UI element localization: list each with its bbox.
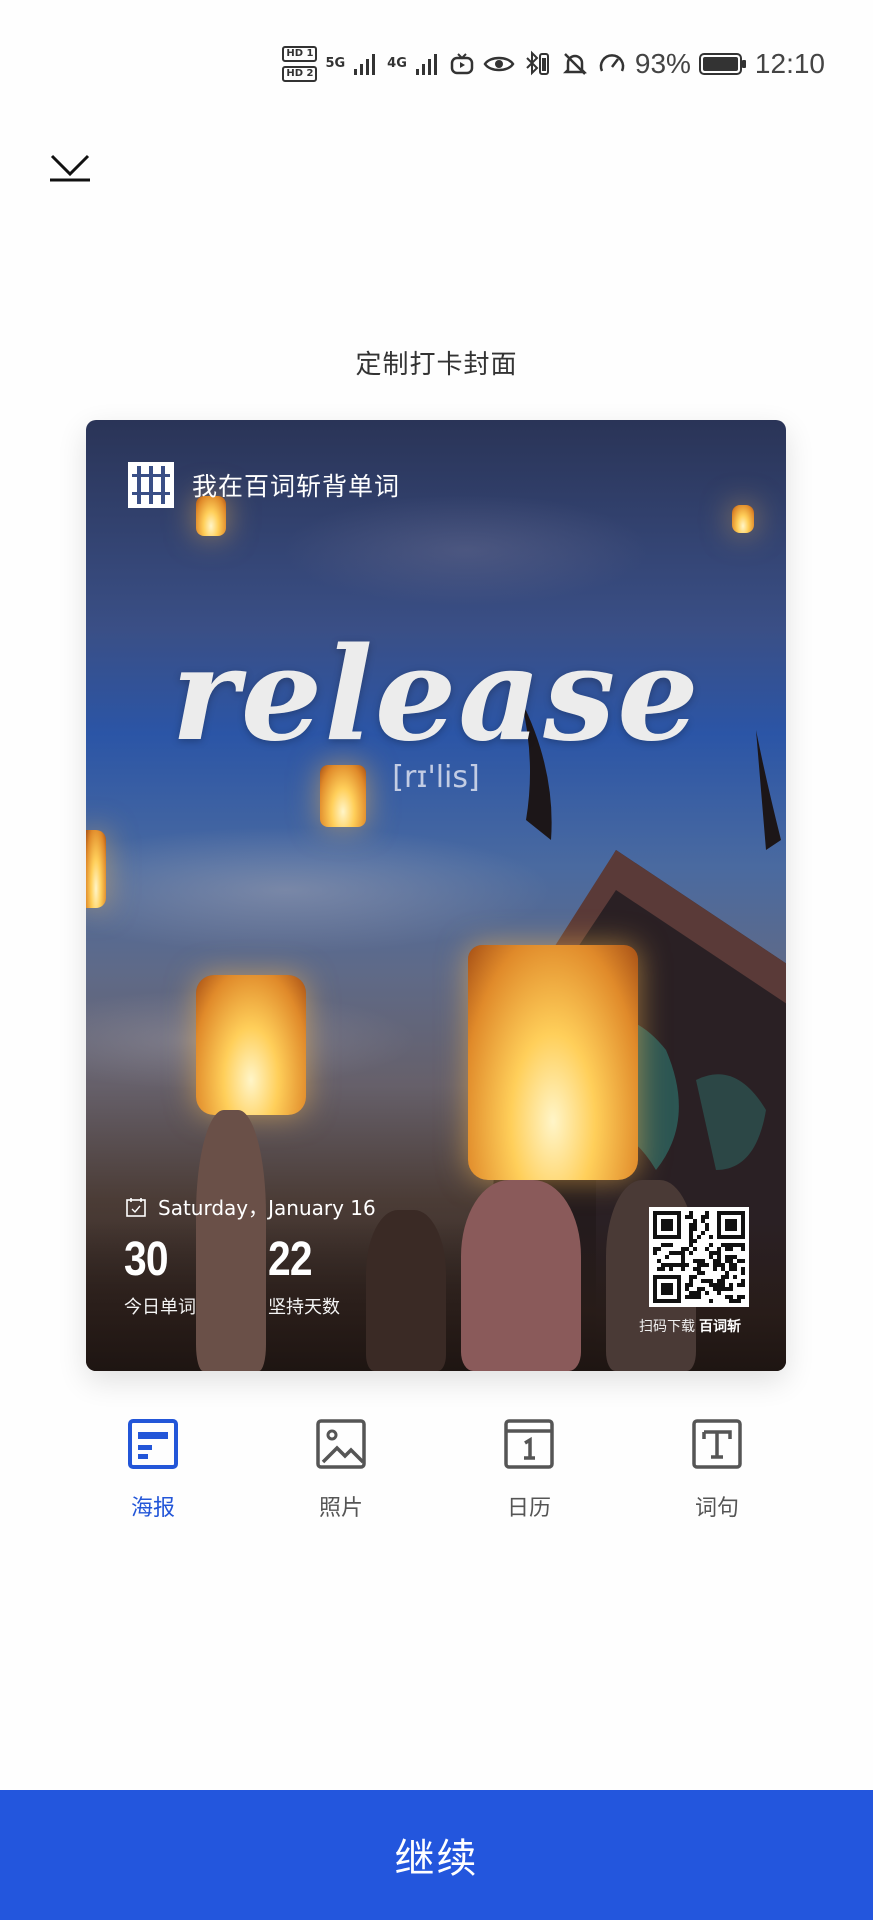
streak-days-value: 22	[268, 1233, 313, 1286]
signal-icon	[415, 48, 441, 80]
qr-caption-text: 扫码下载	[639, 1319, 695, 1335]
qr-code	[649, 1207, 749, 1307]
network-5g-label: 5G	[325, 56, 346, 71]
lantern-small	[732, 505, 754, 533]
person-silhouette	[366, 1210, 446, 1371]
vocab-word: release	[171, 620, 701, 770]
date-text: Saturday，January 16	[158, 1196, 376, 1220]
calendar-check-icon	[126, 1197, 146, 1217]
poster-preview-card: 我在百词斩背单词 release [rɪ'lis] Saturday，Janua…	[86, 420, 786, 1371]
tab-text[interactable]: 词句	[623, 1418, 811, 1522]
tv-icon	[449, 48, 475, 80]
cover-style-tabs: 海报 照片 日历 词句	[59, 1418, 813, 1522]
lantern-medium	[196, 975, 306, 1115]
brand-text: 我在百词斩背单词	[192, 472, 401, 501]
streak-days-label: 坚持天数	[268, 1297, 340, 1318]
signal-icon	[353, 48, 379, 80]
bluetooth-vibrate-icon	[523, 48, 553, 80]
poster-icon	[128, 1419, 178, 1469]
hd-indicator: HD 1 HD 2	[282, 46, 318, 82]
qr-brand-text: 百词斩	[699, 1319, 741, 1335]
photo-icon	[316, 1419, 366, 1469]
page-title: 定制打卡封面	[355, 350, 518, 380]
hd2-badge: HD 2	[282, 66, 318, 82]
phonetic: [rɪ'lis]	[392, 760, 480, 795]
date-row: Saturday，January 16	[126, 1192, 376, 1221]
eye-icon	[483, 48, 515, 80]
qr-caption: 扫码下载 百词斩	[639, 1316, 741, 1336]
continue-button[interactable]: 继续	[0, 1790, 873, 1920]
close-button[interactable]	[48, 150, 92, 184]
mute-bell-icon	[561, 48, 589, 80]
clock: 12:10	[754, 48, 825, 79]
tab-calendar[interactable]: 日历	[435, 1418, 623, 1522]
person-silhouette	[461, 1180, 581, 1371]
chevron-collapse-icon	[50, 154, 90, 182]
status-bar: HD 1 HD 2 5G 4G 93% 12:10	[0, 0, 873, 120]
speedometer-icon	[597, 48, 627, 80]
lantern-small	[86, 830, 106, 908]
tab-photo[interactable]: 照片	[247, 1418, 435, 1522]
tab-label: 照片	[318, 1496, 363, 1521]
lantern-big	[468, 945, 638, 1180]
tab-poster[interactable]: 海报	[59, 1418, 247, 1522]
person-silhouette	[196, 1110, 266, 1371]
network-4g-label: 4G	[387, 56, 407, 71]
baicizhan-logo	[128, 462, 174, 508]
today-words-stat: 30 今日单词	[124, 1232, 196, 1319]
battery-percent: 93%	[634, 48, 691, 79]
calendar-icon	[504, 1419, 554, 1469]
battery-icon	[698, 48, 747, 80]
tab-label: 海报	[130, 1496, 175, 1521]
hd1-badge: HD 1	[282, 46, 318, 62]
today-words-value: 30	[124, 1233, 169, 1286]
text-icon	[692, 1419, 742, 1469]
today-words-label: 今日单词	[124, 1297, 196, 1318]
tab-label: 日历	[506, 1496, 551, 1521]
streak-days-stat: 22 坚持天数	[268, 1232, 340, 1319]
tab-label: 词句	[694, 1496, 739, 1521]
brand-header: 我在百词斩背单词	[128, 462, 400, 508]
